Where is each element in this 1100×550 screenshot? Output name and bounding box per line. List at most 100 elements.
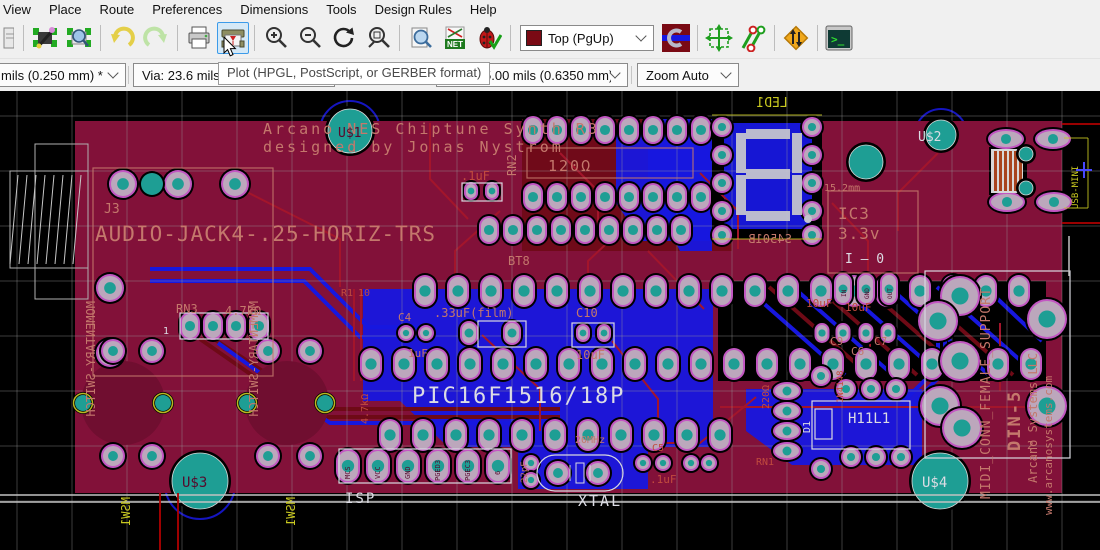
footprint-viewer-icon[interactable] <box>63 22 95 54</box>
separator <box>510 25 511 51</box>
svg-text:.33uF(film): .33uF(film) <box>434 306 513 320</box>
svg-text:120Ω: 120Ω <box>548 157 592 175</box>
print-icon[interactable] <box>183 22 215 54</box>
svg-text:IC3: IC3 <box>838 204 870 223</box>
svg-text:>_: >_ <box>831 33 845 46</box>
svg-text:10uF: 10uF <box>806 297 833 310</box>
svg-text:3.3v: 3.3v <box>838 224 881 243</box>
menu-item-design-rules[interactable]: Design Rules <box>366 1 461 18</box>
svg-text:GND: GND <box>404 466 412 479</box>
separator <box>254 25 255 51</box>
svg-text:I – 0: I – 0 <box>845 252 884 267</box>
layer-name: Top (PgUp) <box>548 31 637 46</box>
redo-icon[interactable] <box>140 22 172 54</box>
svg-text:MOMENTARY-SWITCH: MOMENTARY-SWITCH <box>247 301 261 417</box>
svg-text:GND: GND <box>864 288 871 299</box>
menu-item-preferences[interactable]: Preferences <box>143 1 231 18</box>
footprint-editor-icon[interactable] <box>29 22 61 54</box>
scripting-console-icon[interactable]: >_ <box>823 22 855 54</box>
layer-select[interactable]: Top (PgUp) <box>520 25 654 51</box>
separator <box>697 25 698 51</box>
pcb-canvas[interactable]: Arcano NES Chiptune Synth R3designed by … <box>0 91 1100 550</box>
menu-bar: ViewPlaceRoutePreferencesDimensionsTools… <box>0 0 1100 18</box>
svg-text:S4501B: S4501B <box>748 232 791 246</box>
svg-text:IN: IN <box>841 289 848 297</box>
svg-text:2: 2 <box>1027 439 1034 452</box>
menu-item-help[interactable]: Help <box>461 1 506 18</box>
svg-text:www.arcanosystems.com: www.arcanosystems.com <box>1042 376 1055 515</box>
svg-text:XTAL: XTAL <box>578 492 622 510</box>
zoom-fit-icon[interactable] <box>362 22 394 54</box>
via-display-icon[interactable] <box>660 22 692 54</box>
netlist-icon[interactable]: NET <box>439 22 471 54</box>
find-icon[interactable] <box>405 22 437 54</box>
svg-text:C7: C7 <box>874 335 887 348</box>
svg-text:C9: C9 <box>830 335 843 348</box>
track-width-select[interactable]: mils (0.250 mm) * <box>0 63 126 87</box>
svg-text:10: 10 <box>358 288 370 299</box>
svg-text:10uF: 10uF <box>576 348 605 362</box>
svg-text:PGEC3: PGEC3 <box>464 460 472 481</box>
zoom-redraw-icon[interactable] <box>328 22 360 54</box>
svg-text:USB-MINI: USB-MINI <box>1071 166 1081 209</box>
svg-text:.1uF: .1uF <box>650 473 677 486</box>
svg-text:DIN-5: DIN-5 <box>1005 390 1025 451</box>
svg-text:4.7kΩ: 4.7kΩ <box>360 394 371 424</box>
svg-text:10uF: 10uF <box>845 301 872 314</box>
svg-text:6: 6 <box>494 471 502 475</box>
svg-text:LED1: LED1 <box>756 96 787 111</box>
svg-text:1N4148: 1N4148 <box>836 370 846 403</box>
svg-text:OUT: OUT <box>887 288 894 299</box>
fast-route-icon[interactable] <box>780 22 812 54</box>
svg-text:H11L1: H11L1 <box>848 411 890 427</box>
track-mode-icon[interactable] <box>737 22 769 54</box>
menu-item-route[interactable]: Route <box>90 1 143 18</box>
pcb-drawing[interactable]: Arcano NES Chiptune Synth R3designed by … <box>0 91 1100 550</box>
svg-text:C10: C10 <box>576 306 598 320</box>
svg-text:MCS: MCS <box>344 466 352 479</box>
chevron-down-icon <box>720 67 731 78</box>
clipped-icon[interactable] <box>0 22 18 54</box>
svg-text:PIC16F1516/18P: PIC16F1516/18P <box>412 384 625 409</box>
separator <box>631 66 632 84</box>
menu-item-view[interactable]: View <box>0 1 40 18</box>
chevron-down-icon <box>609 67 620 78</box>
drc-icon[interactable] <box>473 22 505 54</box>
svg-text:MSW1: MSW1 <box>284 497 298 526</box>
svg-text:BT8: BT8 <box>508 254 530 268</box>
menu-item-place[interactable]: Place <box>40 1 91 18</box>
separator <box>23 25 24 51</box>
svg-text:designed by Jonas Nystrom: designed by Jonas Nystrom <box>263 138 564 156</box>
svg-text:AUDIO-JACK4-.25-HORIZ-TRS: AUDIO-JACK4-.25-HORIZ-TRS <box>95 222 436 246</box>
separator <box>100 25 101 51</box>
svg-text:C4: C4 <box>398 311 412 324</box>
svg-text:MOMENTARY-SWITCH: MOMENTARY-SWITCH <box>84 301 98 417</box>
separator <box>177 25 178 51</box>
svg-text:U$3: U$3 <box>182 475 207 491</box>
menu-item-dimensions[interactable]: Dimensions <box>231 1 317 18</box>
svg-text:VCC: VCC <box>374 466 382 479</box>
svg-text:Arcano Systems LLC: Arcano Systems LLC <box>1026 353 1040 483</box>
svg-text:D1: D1 <box>802 421 813 433</box>
svg-text:C6: C6 <box>851 345 864 358</box>
svg-text:U$2: U$2 <box>918 130 941 145</box>
svg-text:20MHz: 20MHz <box>575 435 605 446</box>
svg-text:MSW1: MSW1 <box>119 497 133 526</box>
svg-text:R1: R1 <box>341 288 353 299</box>
pcbnew-window: ViewPlaceRoutePreferencesDimensionsTools… <box>0 0 1100 550</box>
svg-text:C5: C5 <box>652 443 664 454</box>
footprint-mode-icon[interactable] <box>703 22 735 54</box>
separator <box>817 25 818 51</box>
plot-tooltip: Plot (HPGL, PostScript, or GERBER format… <box>218 62 490 85</box>
main-toolbar: NET Top (PgUp) >_ <box>0 18 1100 58</box>
svg-text:1uF: 1uF <box>408 347 428 360</box>
zoom-in-icon[interactable] <box>260 22 292 54</box>
options-toolbar: mils (0.250 mm) * Via: 23.6 mils (0.60 ⇥… <box>0 58 1100 91</box>
zoom-out-icon[interactable] <box>294 22 326 54</box>
svg-text:1: 1 <box>163 326 169 337</box>
svg-text:RN1: RN1 <box>756 457 774 468</box>
menu-item-tools[interactable]: Tools <box>317 1 365 18</box>
undo-icon[interactable] <box>106 22 138 54</box>
zoom-select[interactable]: Zoom Auto <box>637 63 739 87</box>
track-width-value: mils (0.250 mm) * <box>0 68 109 83</box>
